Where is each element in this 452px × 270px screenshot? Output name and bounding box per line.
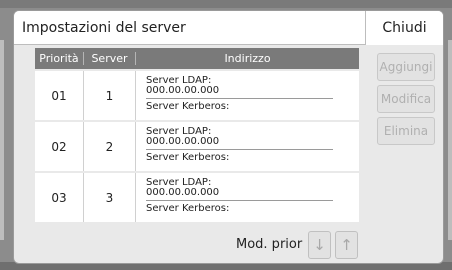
header-priority: Priorità [35, 52, 84, 65]
table-header: Priorità Server Indirizzo [35, 48, 359, 69]
kerberos-label: Server Kerberos: [146, 152, 230, 163]
title-bar: Impostazioni del server Chiudi [14, 11, 443, 45]
add-button[interactable]: Aggiungi [377, 53, 435, 81]
ldap-address: 000.00.00.000 [146, 85, 220, 96]
header-address: Indirizzo [224, 52, 271, 65]
address-divider [146, 200, 333, 201]
cell-server: 3 [84, 173, 136, 222]
kerberos-label: Server Kerberos: [146, 203, 230, 214]
arrow-up-icon: ↑ [340, 236, 353, 254]
background-edge-right [448, 40, 452, 240]
server-table: Priorità Server Indirizzo 01 1 Server LD… [35, 48, 359, 222]
cell-address: Server LDAP: 000.00.00.000 Server Kerber… [136, 71, 359, 120]
priority-change-label: Mod. prior [236, 237, 303, 252]
background-edge-left [0, 40, 4, 240]
table-row[interactable]: 02 2 Server LDAP: 000.00.00.000 Server K… [35, 122, 359, 171]
cell-address: Server LDAP: 000.00.00.000 Server Kerber… [136, 173, 359, 222]
table-row[interactable]: 03 3 Server LDAP: 000.00.00.000 Server K… [35, 173, 359, 222]
cell-server: 1 [84, 71, 136, 120]
cell-priority: 01 [35, 71, 84, 120]
arrow-down-icon: ↓ [313, 236, 326, 254]
cell-address: Server LDAP: 000.00.00.000 Server Kerber… [136, 122, 359, 171]
header-server: Server [84, 52, 136, 65]
ldap-address: 000.00.00.000 [146, 187, 220, 198]
cell-priority: 02 [35, 122, 84, 171]
table-row[interactable]: 01 1 Server LDAP: 000.00.00.000 Server K… [35, 71, 359, 120]
move-down-button[interactable]: ↓ [308, 231, 331, 259]
edit-button[interactable]: Modifica [377, 85, 435, 113]
close-button[interactable]: Chiudi [365, 11, 443, 45]
address-divider [146, 98, 333, 99]
delete-button[interactable]: Elimina [377, 117, 435, 145]
background-strip-top [0, 0, 452, 8]
cell-server: 2 [84, 122, 136, 171]
server-settings-dialog: Impostazioni del server Chiudi Priorità … [13, 10, 444, 264]
cell-priority: 03 [35, 173, 84, 222]
move-up-button[interactable]: ↑ [335, 231, 358, 259]
ldap-address: 000.00.00.000 [146, 136, 220, 147]
dialog-title: Impostazioni del server [22, 20, 186, 36]
address-divider [146, 149, 333, 150]
kerberos-label: Server Kerberos: [146, 101, 230, 112]
